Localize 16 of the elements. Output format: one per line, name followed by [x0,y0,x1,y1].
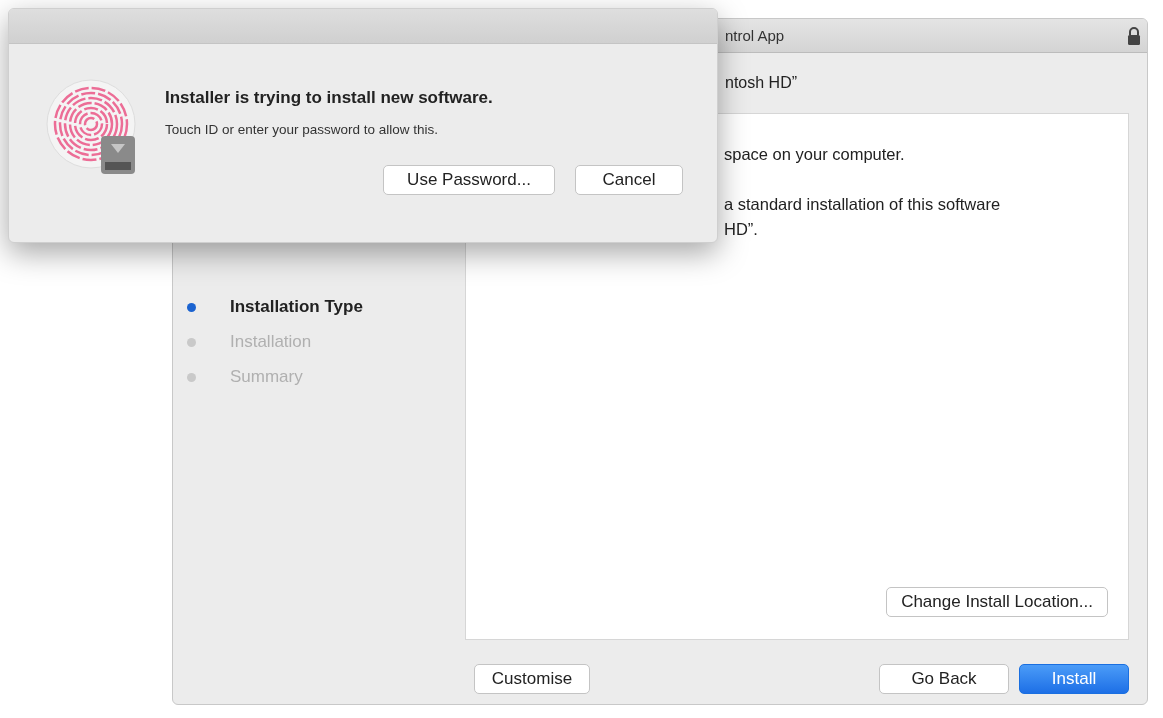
step-label: Summary [230,367,303,387]
customise-button[interactable]: Customise [474,664,590,694]
dialog-message: Touch ID or enter your password to allow this. [165,122,440,137]
step-label: Installation Type [230,297,363,317]
body-text: space on your computer. [724,144,906,165]
dialog-button[interactable]: Use Password... [383,165,555,195]
body-text: HD”. [724,219,759,240]
heading: ntosh HD” [725,74,798,92]
go-back-button[interactable]: Go Back [879,664,1009,694]
dialog-button[interactable]: Cancel [575,165,683,195]
dialog-title: Installer is trying to install new software. [165,88,494,108]
window-title: ntrol App [725,27,786,44]
body-text: a standard installation of this software [724,194,1002,215]
step-label: Installation [230,332,312,352]
change-location-button[interactable]: Change Install Location... [886,587,1108,617]
install-button[interactable]: Install [1019,664,1129,694]
